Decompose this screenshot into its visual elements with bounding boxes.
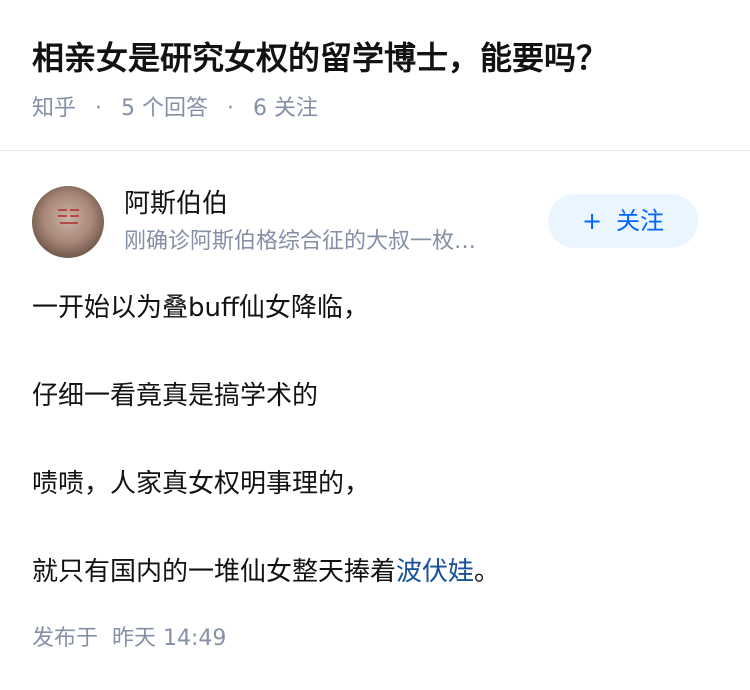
question-title[interactable]: 相亲女是研究女权的留学博士，能要吗？ [32, 34, 608, 82]
answer-text: 就只有国内的一堆仙女整天捧着 [32, 557, 397, 587]
published-time-value: 昨天 14:49 [112, 626, 227, 651]
author-name[interactable]: 阿斯伯伯 [124, 186, 228, 222]
answer-paragraph: 仔细一看竟真是搞学术的 [32, 381, 319, 411]
answer-paragraph: 一开始以为叠buff仙女降临， [32, 293, 369, 323]
published-label: 发布于 [32, 626, 99, 651]
follow-button-label: 关注 [616, 207, 665, 235]
keyword-link[interactable]: 波伏娃 [396, 557, 474, 587]
author-card: 阿斯伯伯 刚确诊阿斯伯格综合征的大叔一枚… + 关注 [32, 186, 718, 260]
source-label[interactable]: 知乎 [32, 96, 76, 121]
author-bio: 刚确诊阿斯伯格综合征的大叔一枚… [124, 229, 477, 254]
answer-content: 一开始以为叠buff仙女降临， 仔细一看竟真是搞学术的 啧啧，人家真女权明事理的… [32, 284, 722, 636]
avatar[interactable] [32, 186, 104, 258]
meta-separator: · [95, 96, 103, 121]
answers-count[interactable]: 5 个回答 [121, 96, 208, 121]
question-header: 相亲女是研究女权的留学博士，能要吗？ 知乎 · 5 个回答 · 6 关注 [0, 0, 750, 151]
plus-icon: + [581, 207, 603, 235]
follow-button[interactable]: + 关注 [548, 194, 698, 248]
avatar-image-icon [56, 206, 82, 228]
answer-paragraph: 就只有国内的一堆仙女整天捧着波伏娃。 [32, 548, 722, 596]
publish-time: 发布于 昨天 14:49 [32, 622, 226, 656]
meta-separator: · [227, 96, 235, 121]
answer-paragraph: 啧啧，人家真女权明事理的， [32, 469, 371, 499]
followers-count[interactable]: 6 关注 [253, 96, 318, 121]
answer-text: 。 [474, 557, 501, 587]
question-meta: 知乎 · 5 个回答 · 6 关注 [32, 92, 318, 126]
